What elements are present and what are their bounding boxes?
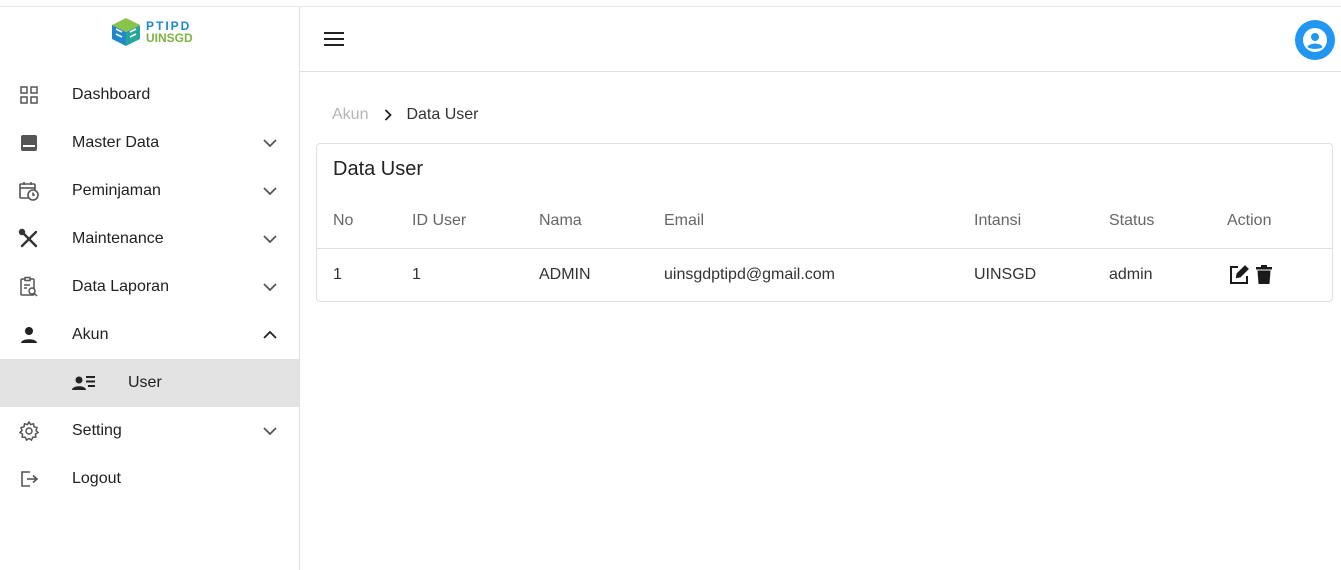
column-header-intansi: Intansi — [974, 212, 1022, 229]
sidebar-item-label: Master Data — [72, 134, 160, 151]
card-title: Data User — [333, 158, 424, 180]
chevron-down-icon — [258, 227, 282, 251]
sidebar-item-maintenance[interactable]: Maintenance — [0, 215, 299, 263]
sidebar-item-label: Data Laporan — [72, 278, 169, 295]
table-row: 1 1 ADMIN uinsgdptipd@gmail.com UINSGD a… — [317, 250, 1332, 301]
sidebar-item-peminjaman[interactable]: Peminjaman — [0, 167, 299, 215]
top-border — [0, 0, 1341, 7]
cell-email: uinsgdptipd@gmail.com — [664, 266, 835, 283]
delete-icon[interactable] — [1253, 264, 1275, 286]
chevron-down-icon — [258, 419, 282, 443]
person-icon — [17, 323, 41, 347]
clipboard-search-icon — [17, 275, 41, 299]
sidebar-item-label: Setting — [72, 422, 122, 439]
grid-icon — [17, 83, 41, 107]
sidebar-item-label: Maintenance — [72, 230, 164, 247]
gear-icon — [17, 419, 41, 443]
cell-status: admin — [1109, 266, 1153, 283]
sidebar-item-dashboard[interactable]: Dashboard — [0, 71, 299, 119]
column-header-id-user: ID User — [412, 212, 467, 229]
sidebar-item-user[interactable]: User — [0, 359, 299, 407]
row-actions — [1228, 264, 1275, 286]
logo-line2: UINSGD — [146, 31, 193, 45]
sidebar-item-label: Logout — [72, 470, 121, 487]
chevron-down-icon — [258, 275, 282, 299]
sidebar-nav: Dashboard Master Data Peminjaman Mainten… — [0, 71, 299, 503]
chevron-down-icon — [258, 179, 282, 203]
column-header-email: Email — [664, 212, 705, 229]
edit-icon[interactable] — [1228, 264, 1250, 286]
cell-id-user: 1 — [412, 266, 421, 283]
tools-icon — [17, 227, 41, 251]
sidebar-item-akun[interactable]: Akun — [0, 311, 299, 359]
archive-icon — [17, 131, 41, 155]
breadcrumb: Akun Data User — [332, 104, 479, 126]
sidebar-item-label: Peminjaman — [72, 182, 161, 199]
calendar-clock-icon — [17, 179, 41, 203]
menu-icon[interactable] — [322, 27, 346, 51]
sidebar-item-label: User — [128, 374, 162, 391]
sidebar: PTIPD UINSGD Dashboard Master Data Pemin… — [0, 7, 300, 570]
person-list-icon — [72, 371, 96, 395]
chevron-right-icon — [384, 109, 393, 121]
logo: PTIPD UINSGD — [110, 16, 200, 48]
column-header-no: No — [333, 212, 354, 229]
sidebar-item-label: Akun — [72, 326, 109, 343]
account-circle-icon[interactable] — [1295, 20, 1335, 60]
cell-intansi: UINSGD — [974, 266, 1037, 283]
top-app-bar — [300, 7, 1341, 72]
breadcrumb-akun[interactable]: Akun — [332, 106, 368, 124]
sidebar-item-logout[interactable]: Logout — [0, 455, 299, 503]
logout-icon — [17, 467, 41, 491]
sidebar-item-setting[interactable]: Setting — [0, 407, 299, 455]
breadcrumb-current: Data User — [406, 106, 479, 123]
logo-cube-icon — [112, 18, 140, 46]
sidebar-item-label: Dashboard — [72, 86, 151, 103]
column-header-status: Status — [1109, 212, 1155, 229]
table-header: No ID User Nama Email Intansi Status Act… — [317, 196, 1332, 249]
sidebar-item-data-laporan[interactable]: Data Laporan — [0, 263, 299, 311]
column-header-nama: Nama — [539, 212, 582, 229]
cell-nama: ADMIN — [539, 266, 591, 283]
data-user-card: Data User No ID User Nama Email Intansi … — [316, 143, 1333, 302]
chevron-up-icon — [258, 323, 282, 347]
cell-no: 1 — [333, 266, 342, 283]
column-header-action: Action — [1227, 212, 1272, 229]
sidebar-item-master-data[interactable]: Master Data — [0, 119, 299, 167]
chevron-down-icon — [258, 131, 282, 155]
